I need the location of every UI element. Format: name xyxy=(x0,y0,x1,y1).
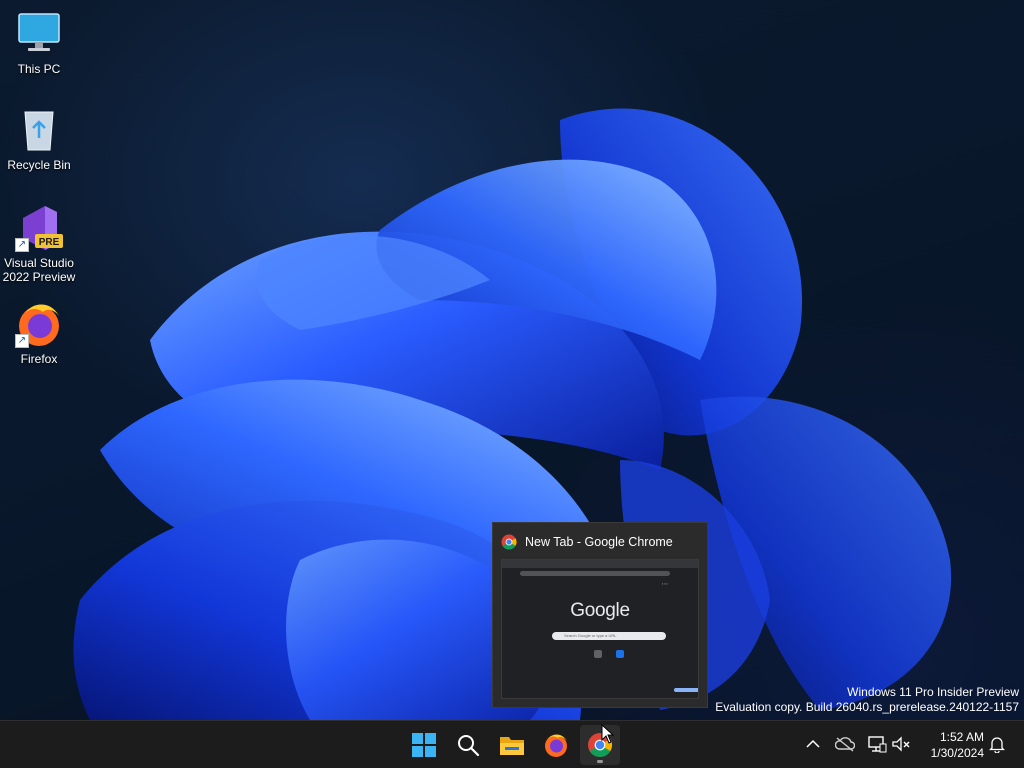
preview-search-box: Search Google or type a URL xyxy=(552,632,666,640)
desktop-background[interactable]: This PC Recycle Bin PRE ↗ Visual Studio … xyxy=(0,0,1024,720)
watermark-line-2: Evaluation copy. Build 26040.rs_prerelea… xyxy=(715,700,1019,714)
search-icon xyxy=(458,735,480,757)
firefox-icon xyxy=(545,734,567,757)
clock-time: 1:52 AM xyxy=(939,730,984,744)
firefox-taskbar-button[interactable] xyxy=(536,725,576,765)
desktop-icon-label: This PC xyxy=(17,62,61,76)
watermark-line-1: Windows 11 Pro Insider Preview xyxy=(847,685,1019,699)
preview-search-placeholder: Search Google or type a URL xyxy=(564,633,617,638)
desktop-icon-recycle-bin[interactable]: Recycle Bin xyxy=(0,106,78,172)
windows-start-icon xyxy=(412,733,436,757)
preview-badge: PRE xyxy=(39,237,60,248)
visual-studio-icon: PRE ↗ xyxy=(15,204,63,252)
preview-shortcut-icon xyxy=(594,650,602,658)
running-indicator xyxy=(597,760,603,763)
chrome-window-preview[interactable]: ▪ ▪ ▪ Google Search Google or type a URL xyxy=(501,559,699,699)
shortcut-arrow-icon: ↗ xyxy=(15,334,29,348)
search-button[interactable] xyxy=(448,725,488,765)
desktop-icon-firefox[interactable]: ↗ Firefox xyxy=(0,300,78,366)
bell-icon xyxy=(989,737,1005,753)
network-icon xyxy=(868,736,887,753)
preview-shortcut-icon xyxy=(616,650,624,658)
show-hidden-icons-button[interactable] xyxy=(802,733,824,755)
preview-toolbar-links: ▪ ▪ ▪ xyxy=(662,582,668,586)
chevron-up-icon xyxy=(806,739,820,748)
desktop-icon-label: Visual Studio 2022 Preview xyxy=(2,256,76,284)
preview-customize-button xyxy=(674,688,698,692)
taskbar-thumbnail-popup[interactable]: New Tab - Google Chrome ▪ ▪ ▪ Google Sea… xyxy=(492,522,708,708)
monitor-icon xyxy=(15,10,63,58)
mouse-cursor-icon xyxy=(601,724,615,744)
onedrive-tray-button[interactable] xyxy=(834,733,856,755)
desktop-icon-label: Firefox xyxy=(20,352,58,366)
preview-google-logo: Google xyxy=(570,600,630,621)
desktop-icon-label: Recycle Bin xyxy=(7,158,71,172)
firefox-icon: ↗ xyxy=(15,300,63,348)
desktop-icon-this-pc[interactable]: This PC xyxy=(0,10,78,76)
folder-icon xyxy=(500,737,524,755)
file-explorer-button[interactable] xyxy=(492,725,532,765)
desktop-icon-visual-studio[interactable]: PRE ↗ Visual Studio 2022 Preview xyxy=(0,204,78,284)
cloud-offline-icon xyxy=(835,737,855,752)
taskbar-clock[interactable]: 1:52 AM 1/30/2024 xyxy=(920,729,984,761)
volume-muted-icon xyxy=(892,736,910,752)
network-tray-button[interactable] xyxy=(866,733,888,755)
clock-date: 1/30/2024 xyxy=(930,746,984,760)
preview-tab-bar xyxy=(502,560,698,568)
notifications-button[interactable] xyxy=(986,733,1008,755)
shortcut-arrow-icon: ↗ xyxy=(15,238,29,252)
recycle-bin-icon xyxy=(15,106,63,154)
chrome-icon xyxy=(501,534,517,555)
evaluation-watermark: Windows 11 Pro Insider Preview Evaluatio… xyxy=(715,685,1019,715)
preview-address-bar xyxy=(520,571,670,576)
thumbnail-title: New Tab - Google Chrome xyxy=(525,535,673,549)
start-button[interactable] xyxy=(404,725,444,765)
volume-tray-button[interactable] xyxy=(890,733,912,755)
taskbar: 1:52 AM 1/30/2024 xyxy=(0,720,1024,768)
